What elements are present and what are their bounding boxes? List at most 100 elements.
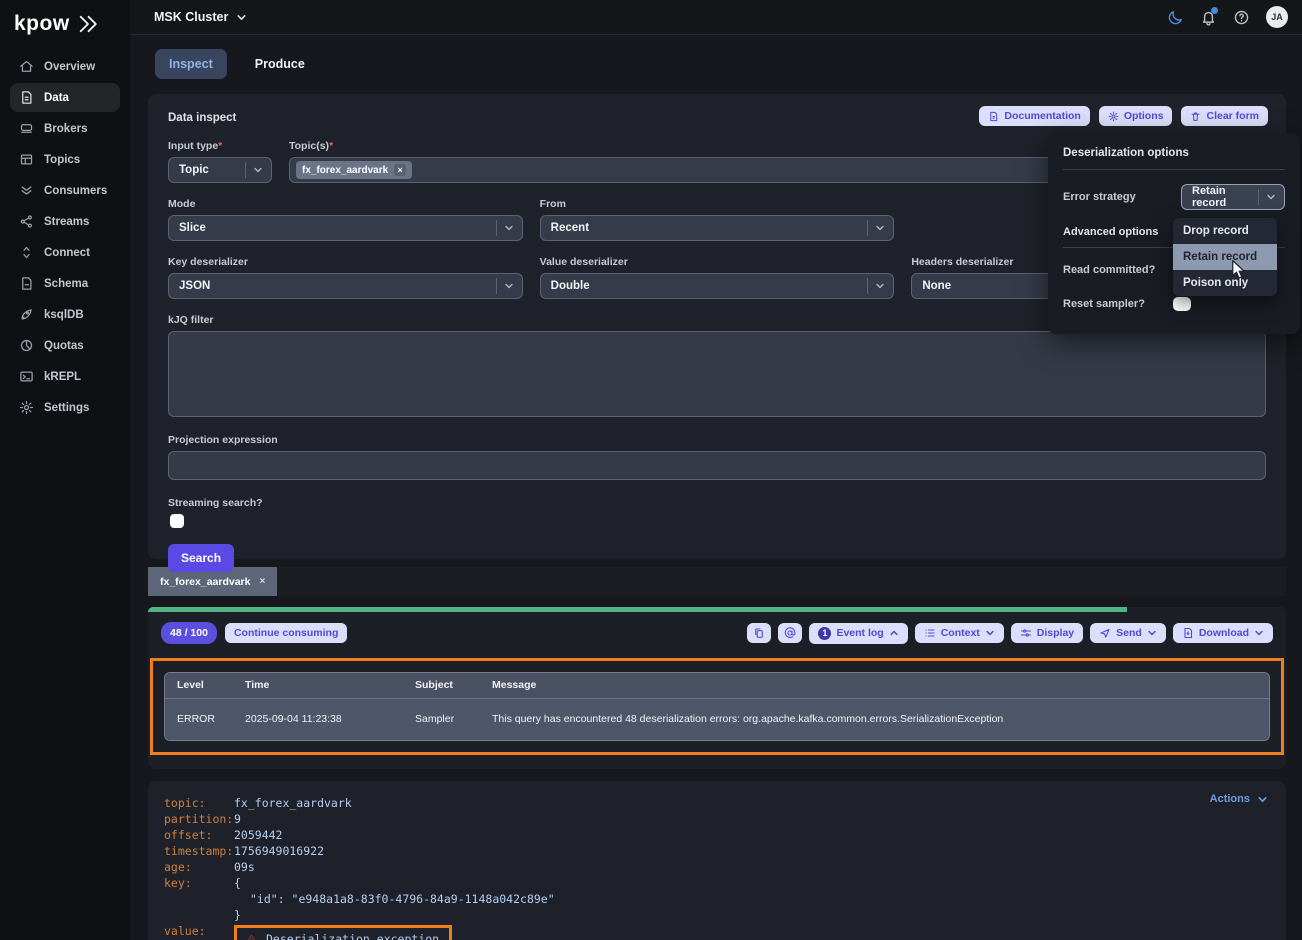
sidebar-item-label: Overview xyxy=(44,61,95,73)
topic-tab-close-icon[interactable]: × xyxy=(259,576,265,587)
sidebar-item-ksqldb[interactable]: ksqlDB xyxy=(10,300,120,329)
download-file-icon xyxy=(1182,627,1194,639)
tab-inspect[interactable]: Inspect xyxy=(155,49,227,79)
gear-icon xyxy=(19,400,34,415)
sidebar-item-label: Brokers xyxy=(44,123,87,135)
chevron-up-icon xyxy=(889,628,899,638)
results-toolbar: 48 / 100 Continue consuming 1 Event log … xyxy=(148,612,1286,656)
event-log-count-badge: 1 xyxy=(818,627,831,640)
connect-sort-icon xyxy=(19,245,34,260)
projection-expression-input[interactable] xyxy=(168,451,1266,480)
clear-form-button[interactable]: Clear form xyxy=(1181,106,1268,126)
sidebar-item-label: Streams xyxy=(44,216,89,228)
sidebar-item-schema[interactable]: Schema xyxy=(10,269,120,298)
dark-mode-moon-icon[interactable] xyxy=(1167,9,1184,26)
kpow-logo[interactable]: kpow xyxy=(10,10,120,52)
deserialization-options-title: Deserialization options xyxy=(1063,147,1285,170)
deserialization-exception-badge[interactable]: Deserialization exception xyxy=(234,925,452,940)
sidebar-item-connect[interactable]: Connect xyxy=(10,238,120,267)
value-deserializer-select[interactable]: Double xyxy=(540,273,895,299)
copy-icon xyxy=(753,627,765,639)
key-deserializer-select[interactable]: JSON xyxy=(168,273,523,299)
sidebar-item-label: Connect xyxy=(44,247,90,259)
event-log-button[interactable]: 1 Event log xyxy=(809,623,907,644)
sidebar-item-quotas[interactable]: Quotas xyxy=(10,331,120,360)
from-label: From xyxy=(540,198,895,210)
input-type-select[interactable]: Topic xyxy=(168,157,272,183)
topic-tag-label: fx_forex_aardvark xyxy=(302,165,388,176)
options-button[interactable]: Options xyxy=(1099,106,1173,126)
chevron-down-icon xyxy=(875,223,885,233)
tab-produce[interactable]: Produce xyxy=(241,49,319,79)
record-field-key-close: } xyxy=(164,907,1270,923)
sidebar-item-topics[interactable]: Topics xyxy=(10,145,120,174)
streaming-search-toggle[interactable] xyxy=(170,514,184,528)
actions-menu[interactable]: Actions xyxy=(1210,793,1268,805)
error-strategy-select[interactable]: Retain record xyxy=(1181,184,1285,210)
help-icon[interactable] xyxy=(1233,9,1250,26)
from-select[interactable]: Recent xyxy=(540,215,895,241)
topic-tag-close-icon[interactable]: × xyxy=(394,164,406,176)
chevron-down-icon xyxy=(236,12,247,23)
send-button[interactable]: Send xyxy=(1090,623,1166,643)
send-label: Send xyxy=(1116,627,1142,639)
input-type-label: Input type* xyxy=(168,140,272,152)
list-icon xyxy=(924,627,936,639)
key-deserializer-value: JSON xyxy=(179,280,496,292)
kpow-logo-text: kpow xyxy=(14,12,70,36)
sidebar-item-label: kREPL xyxy=(44,371,81,383)
topics-table-icon xyxy=(19,152,34,167)
sliders-icon xyxy=(1020,627,1032,639)
topic-tab-label: fx_forex_aardvark xyxy=(160,576,250,588)
sidebar-item-brokers[interactable]: Brokers xyxy=(10,114,120,143)
reset-sampler-label: Reset sampler? xyxy=(1063,298,1145,310)
data-file-icon xyxy=(19,90,34,105)
projection-expression-label: Projection expression xyxy=(168,434,1266,446)
sidebar-item-streams[interactable]: Streams xyxy=(10,207,120,236)
clear-form-label: Clear form xyxy=(1206,110,1259,122)
sidebar-item-krepl[interactable]: kREPL xyxy=(10,362,120,391)
table-row[interactable]: ERROR 2025-09-04 11:23:38 Sampler This q… xyxy=(165,699,1269,740)
consumers-chevrons-icon xyxy=(19,183,34,198)
exception-label: Deserialization exception xyxy=(266,931,439,940)
option-poison-only[interactable]: Poison only xyxy=(1173,270,1277,296)
sidebar-item-data[interactable]: Data xyxy=(10,83,120,112)
sidebar-item-consumers[interactable]: Consumers xyxy=(10,176,120,205)
at-mention-button[interactable] xyxy=(778,623,802,643)
search-button[interactable]: Search xyxy=(168,544,234,572)
mode-select[interactable]: Slice xyxy=(168,215,523,241)
sidebar-item-label: Data xyxy=(44,92,69,104)
topic-tag: fx_forex_aardvark × xyxy=(296,161,412,179)
record-field-partition: partition:9 xyxy=(164,811,1270,827)
sidebar-item-settings[interactable]: Settings xyxy=(10,393,120,422)
record-field-offset: offset:2059442 xyxy=(164,827,1270,843)
option-retain-record[interactable]: Retain record xyxy=(1173,244,1277,270)
col-header-time: Time xyxy=(245,673,415,698)
record-field-key-id: "id": "e948a1a8-83f0-4796-84a9-1148a042c… xyxy=(164,891,1270,907)
option-drop-record[interactable]: Drop record xyxy=(1173,218,1277,244)
cluster-selector[interactable]: MSK Cluster xyxy=(154,10,247,24)
sidebar-item-overview[interactable]: Overview xyxy=(10,52,120,81)
inspect-produce-tabs: Inspect Produce xyxy=(130,35,1302,79)
avatar[interactable]: JA xyxy=(1266,6,1288,28)
event-log-table: Level Time Subject Message ERROR 2025-09… xyxy=(164,672,1270,741)
record-field-age: age:09s xyxy=(164,859,1270,875)
reset-sampler-toggle[interactable] xyxy=(1173,297,1191,311)
documentation-button[interactable]: Documentation xyxy=(979,106,1089,126)
download-button[interactable]: Download xyxy=(1173,623,1273,643)
copy-button[interactable] xyxy=(747,623,771,643)
context-button[interactable]: Context xyxy=(915,623,1004,643)
record-field-timestamp: timestamp:1756949016922 xyxy=(164,843,1270,859)
kjq-filter-input[interactable] xyxy=(168,331,1266,417)
deserialization-options-panel: Deserialization options Error strategy R… xyxy=(1048,133,1300,334)
cell-time: 2025-09-04 11:23:38 xyxy=(245,699,415,740)
cell-subject: Sampler xyxy=(415,699,492,740)
chevron-down-icon xyxy=(1254,628,1264,638)
continue-consuming-button[interactable]: Continue consuming xyxy=(225,623,347,643)
display-button[interactable]: Display xyxy=(1011,623,1083,643)
context-label: Context xyxy=(941,627,980,639)
home-icon xyxy=(19,59,34,74)
double-chevron-icon xyxy=(75,14,101,34)
notifications-bell-icon[interactable] xyxy=(1200,9,1217,26)
chevron-down-icon xyxy=(253,165,263,175)
